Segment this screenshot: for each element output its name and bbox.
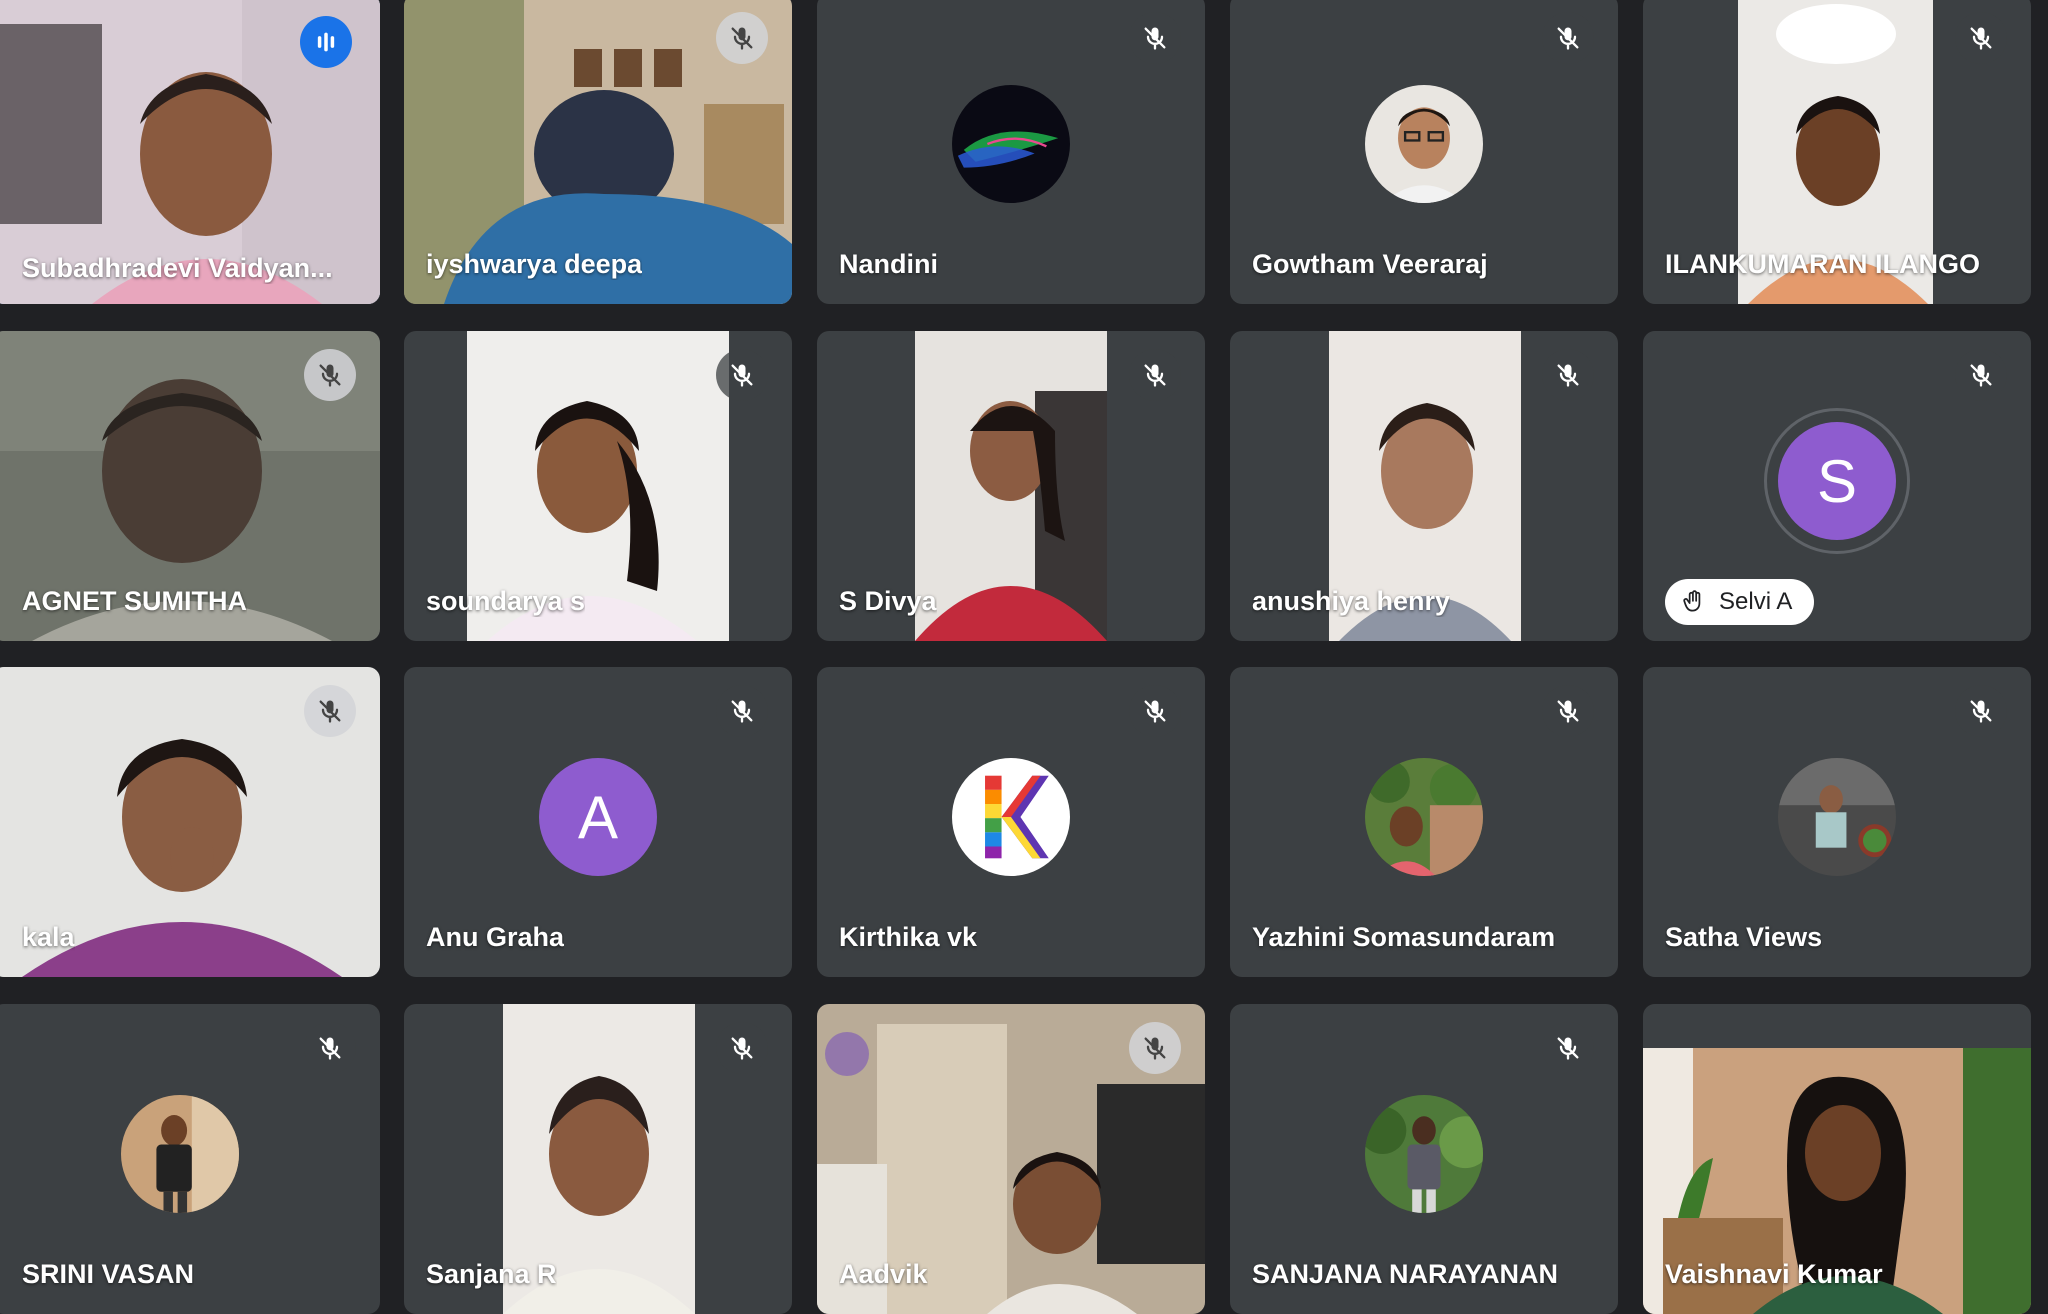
muted-indicator: [1542, 349, 1594, 401]
participant-avatar: [1365, 85, 1483, 203]
mic-off-icon: [319, 1037, 341, 1060]
participant-name: Subadhradevi Vaidyan...: [22, 253, 333, 283]
participant-name: Nandini: [839, 249, 938, 279]
participant-name: kala: [22, 922, 75, 952]
mic-off-icon: [1144, 1037, 1166, 1060]
raised-hand-icon: [1683, 590, 1701, 612]
participant-tile[interactable]: Gowtham Veeraraj: [1230, 0, 1618, 304]
muted-indicator: [716, 349, 768, 401]
mic-off-icon: [319, 364, 341, 387]
mic-off-icon: [1144, 700, 1166, 723]
participant-tile[interactable]: SANJANA NARAYANAN: [1230, 1004, 1618, 1314]
participant-avatar: [121, 1095, 239, 1213]
mic-off-icon: [1144, 364, 1166, 387]
speaking-indicator: [300, 16, 352, 68]
participant-avatar: [952, 85, 1070, 203]
mic-off-icon: [731, 27, 753, 50]
participant-name: Selvi A: [1719, 588, 1793, 615]
participant-tile[interactable]: kala: [0, 667, 380, 977]
mic-off-icon: [319, 700, 341, 723]
muted-indicator: [1542, 685, 1594, 737]
muted-indicator: [716, 1022, 768, 1074]
muted-indicator: [1129, 685, 1181, 737]
mic-off-icon: [1557, 1037, 1579, 1060]
muted-indicator: [1955, 349, 2007, 401]
participant-tile[interactable]: Vaishnavi Kumar: [1643, 1004, 2031, 1314]
participant-name: Vaishnavi Kumar: [1665, 1259, 1883, 1289]
muted-indicator: [304, 349, 356, 401]
participant-name: Sanjana R: [426, 1259, 557, 1289]
participant-video: [915, 331, 1107, 641]
participant-tile[interactable]: Subadhradevi Vaidyan...: [0, 0, 380, 304]
muted-indicator: [1542, 1022, 1594, 1074]
letter-avatar: S: [1778, 422, 1896, 540]
participant-tile[interactable]: Satha Views: [1643, 667, 2031, 977]
participant-tile[interactable]: iyshwarya deepa: [404, 0, 792, 304]
participant-name: SANJANA NARAYANAN: [1252, 1259, 1559, 1289]
participant-name: anushiya henry: [1252, 586, 1451, 616]
mic-off-icon: [1970, 27, 1992, 50]
participant-name: Anu Graha: [426, 922, 565, 952]
muted-indicator: [1955, 685, 2007, 737]
participant-name: Kirthika vk: [839, 922, 978, 952]
muted-indicator: [1129, 1022, 1181, 1074]
participant-tile[interactable]: S Divya: [817, 331, 1205, 641]
participant-tile[interactable]: ILANKUMARAN ILANGO: [1643, 0, 2031, 304]
muted-indicator: [1542, 12, 1594, 64]
participant-avatar: [1365, 758, 1483, 876]
participant-tile[interactable]: Sanjana R: [404, 1004, 792, 1314]
muted-indicator: [716, 12, 768, 64]
participant-tile[interactable]: Aadvik: [817, 1004, 1205, 1314]
mic-off-icon: [1557, 364, 1579, 387]
mic-off-icon: [731, 1037, 753, 1060]
raised-hand-badge: Selvi A: [1665, 579, 1815, 625]
muted-indicator: [304, 1022, 356, 1074]
participant-avatar: [1365, 1095, 1483, 1213]
mic-off-icon: [1557, 700, 1579, 723]
participant-name: Yazhini Somasundaram: [1252, 922, 1556, 952]
participant-tile[interactable]: SRINI VASAN: [0, 1004, 380, 1314]
participant-name: AGNET SUMITHA: [22, 586, 247, 616]
mic-off-icon: [1557, 27, 1579, 50]
participant-tile[interactable]: AGNET SUMITHA: [0, 331, 380, 641]
participant-tile[interactable]: anushiya henry: [1230, 331, 1618, 641]
muted-indicator: [716, 685, 768, 737]
participant-name: iyshwarya deepa: [426, 249, 643, 279]
participant-tile[interactable]: Kirthika vk: [817, 667, 1205, 977]
participant-name: Satha Views: [1665, 922, 1823, 952]
muted-indicator: [304, 685, 356, 737]
participant-avatar: [1778, 758, 1896, 876]
participant-name: Gowtham Veeraraj: [1252, 249, 1488, 279]
participant-name: soundarya s: [426, 586, 586, 616]
muted-indicator: [1955, 12, 2007, 64]
participant-tile[interactable]: Yazhini Somasundaram: [1230, 667, 1618, 977]
participant-name: ILANKUMARAN ILANGO: [1665, 249, 1980, 279]
muted-indicator: [1129, 349, 1181, 401]
participant-name: S Divya: [839, 586, 937, 616]
mic-off-icon: [1970, 364, 1992, 387]
mic-off-icon: [731, 700, 753, 723]
participant-name: SRINI VASAN: [22, 1259, 195, 1289]
mic-off-icon: [1970, 700, 1992, 723]
mic-off-icon: [731, 364, 753, 387]
participant-tile[interactable]: A Anu Graha: [404, 667, 792, 977]
participant-tile[interactable]: S Selvi A: [1643, 331, 2031, 641]
letter-avatar: A: [539, 758, 657, 876]
muted-indicator: [1129, 12, 1181, 64]
participant-tile[interactable]: soundarya s: [404, 331, 792, 641]
audio-level-icon: [317, 32, 335, 52]
mic-off-icon: [1144, 27, 1166, 50]
participant-name: Aadvik: [839, 1259, 928, 1289]
participant-tile[interactable]: Nandini: [817, 0, 1205, 304]
participant-avatar: [952, 758, 1070, 876]
